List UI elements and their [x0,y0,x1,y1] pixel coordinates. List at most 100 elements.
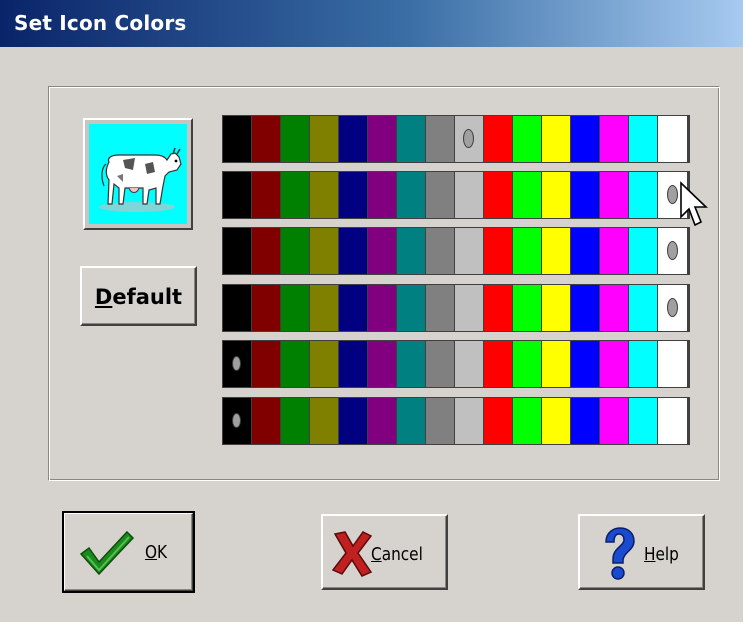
color-swatch[interactable] [252,398,280,444]
color-swatch[interactable] [252,341,280,387]
color-swatch[interactable] [339,172,367,218]
color-swatch[interactable] [252,172,280,218]
color-swatch[interactable] [513,228,541,274]
color-swatch[interactable] [484,285,512,331]
color-swatch[interactable] [571,228,599,274]
color-swatch[interactable] [484,228,512,274]
color-swatch[interactable] [513,285,541,331]
color-swatch[interactable] [281,341,309,387]
color-swatch[interactable] [484,341,512,387]
color-swatch[interactable] [600,398,628,444]
color-swatch[interactable] [339,228,367,274]
color-swatch[interactable] [339,341,367,387]
color-swatch[interactable] [600,172,628,218]
color-swatch[interactable] [484,398,512,444]
color-swatch[interactable] [629,398,657,444]
color-swatch[interactable] [252,285,280,331]
color-swatch[interactable] [542,172,570,218]
color-swatch[interactable] [397,285,425,331]
color-swatch[interactable] [426,172,454,218]
help-button[interactable]: Help [578,514,705,590]
color-swatch[interactable] [339,116,367,162]
color-swatch[interactable] [310,341,338,387]
color-swatch[interactable] [223,398,251,444]
color-swatch[interactable] [252,228,280,274]
color-swatch[interactable] [223,228,251,274]
color-swatch[interactable] [368,116,396,162]
color-swatch[interactable] [542,228,570,274]
color-swatch[interactable] [629,285,657,331]
color-swatch[interactable] [484,116,512,162]
cancel-button[interactable]: Cancel [321,514,448,590]
color-swatch[interactable] [368,172,396,218]
color-swatch[interactable] [426,398,454,444]
color-swatch[interactable] [281,116,309,162]
color-swatch[interactable] [629,228,657,274]
color-swatch[interactable] [368,398,396,444]
color-swatch[interactable] [397,341,425,387]
color-swatch[interactable] [455,398,483,444]
color-swatch[interactable] [339,398,367,444]
color-swatch[interactable] [513,398,541,444]
color-swatch[interactable] [600,116,628,162]
color-swatch[interactable] [542,116,570,162]
color-swatch[interactable] [397,398,425,444]
color-swatch[interactable] [513,172,541,218]
color-swatch[interactable] [281,172,309,218]
color-swatch[interactable] [629,172,657,218]
color-swatch[interactable] [281,228,309,274]
color-swatch[interactable] [310,228,338,274]
color-swatch[interactable] [223,116,251,162]
color-swatch[interactable] [629,341,657,387]
color-swatch[interactable] [571,116,599,162]
color-swatch[interactable] [542,398,570,444]
color-swatch[interactable] [397,228,425,274]
color-swatch[interactable] [281,398,309,444]
color-swatch[interactable] [600,285,628,331]
color-swatch[interactable] [455,172,483,218]
color-swatch[interactable] [368,228,396,274]
ok-button[interactable]: OK [62,511,195,593]
color-swatch[interactable] [513,116,541,162]
color-swatch[interactable] [223,341,251,387]
color-swatch[interactable] [310,398,338,444]
color-swatch[interactable] [542,341,570,387]
color-swatch[interactable] [513,341,541,387]
color-swatch[interactable] [397,116,425,162]
color-swatch[interactable] [426,228,454,274]
color-swatch[interactable] [600,228,628,274]
color-swatch[interactable] [600,341,628,387]
color-swatch[interactable] [426,116,454,162]
default-button[interactable]: Default [80,266,197,326]
color-swatch[interactable] [658,228,687,274]
color-swatch[interactable] [455,285,483,331]
color-swatch[interactable] [571,285,599,331]
color-swatch[interactable] [455,116,483,162]
color-swatch[interactable] [426,341,454,387]
color-swatch[interactable] [223,285,251,331]
color-swatch[interactable] [368,285,396,331]
color-swatch[interactable] [252,116,280,162]
color-swatch[interactable] [658,398,687,444]
color-swatch[interactable] [281,285,309,331]
color-swatch[interactable] [426,285,454,331]
color-swatch[interactable] [571,172,599,218]
color-swatch[interactable] [223,172,251,218]
color-swatch[interactable] [658,116,687,162]
color-swatch[interactable] [310,172,338,218]
color-swatch[interactable] [310,116,338,162]
color-swatch[interactable] [571,341,599,387]
color-swatch[interactable] [484,172,512,218]
color-swatch[interactable] [658,285,687,331]
color-swatch[interactable] [368,341,396,387]
color-swatch[interactable] [542,285,570,331]
icon-preview-button[interactable] [83,118,193,230]
color-swatch[interactable] [455,228,483,274]
color-swatch[interactable] [339,285,367,331]
color-swatch[interactable] [310,285,338,331]
color-swatch[interactable] [658,341,687,387]
color-swatch[interactable] [397,172,425,218]
title-bar[interactable]: Set Icon Colors [0,0,743,47]
color-swatch[interactable] [571,398,599,444]
color-swatch[interactable] [629,116,657,162]
